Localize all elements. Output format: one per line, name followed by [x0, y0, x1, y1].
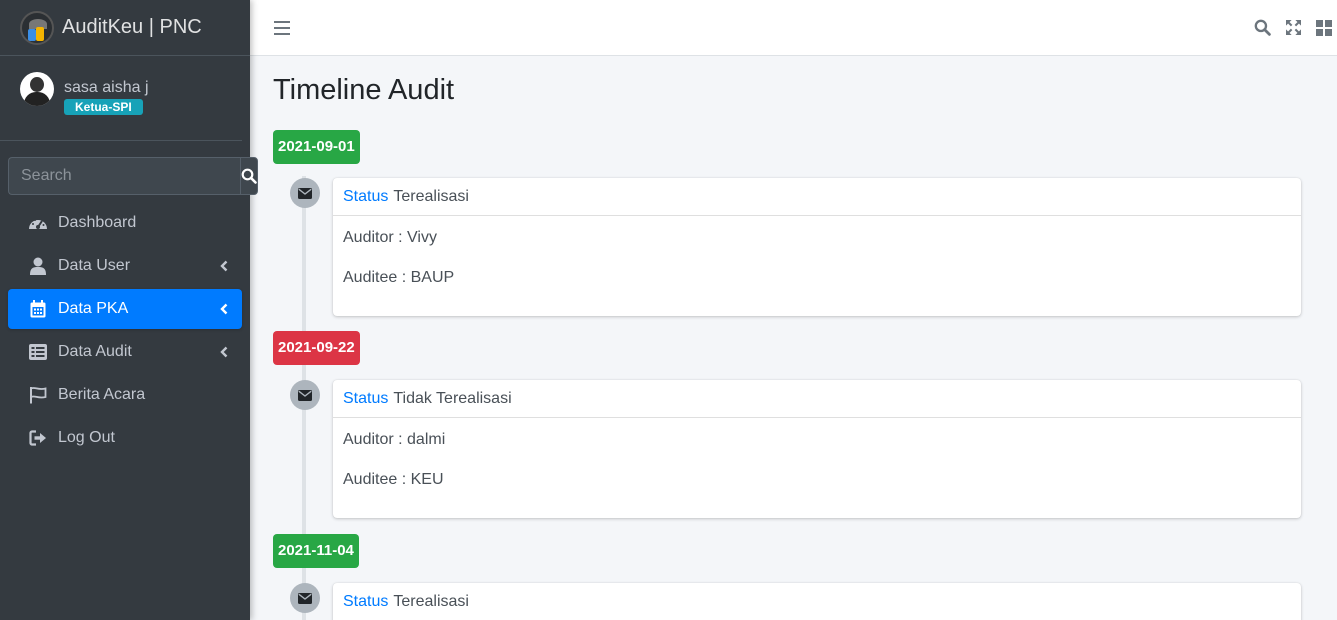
search-input[interactable] [8, 157, 240, 195]
status-value: Tidak Terealisasi [393, 389, 512, 407]
sidebar-item-label: Data Audit [58, 343, 132, 360]
timeline-header: Status Terealisasi [333, 583, 1301, 620]
sidebar-search [8, 157, 258, 195]
sidebar-item-berita-acara[interactable]: Berita Acara [8, 375, 242, 415]
timeline-header: Status Terealisasi [333, 178, 1301, 216]
sidebar-item-data-pka[interactable]: Data PKA [8, 289, 242, 329]
timeline-body: Auditor : dalmi Auditee : KEU [333, 418, 1301, 490]
status-value: Terealisasi [393, 592, 469, 610]
content-wrapper: Timeline Audit 2021-09-01 Status Tereali… [250, 56, 1337, 620]
search-button[interactable] [240, 157, 258, 195]
timeline-item: Status Terealisasi [333, 583, 1301, 620]
timeline-date-label: 2021-09-01 [273, 130, 360, 164]
envelope-icon [290, 380, 320, 410]
sidebar-item-label: Log Out [58, 429, 115, 446]
timeline-item: Status Tidak Terealisasi Auditor : dalmi… [333, 380, 1301, 518]
auditor-text: Auditor : Vivy [343, 229, 437, 246]
brand-name: AuditKeu | PNC [62, 16, 202, 38]
sidebar-nav: Dashboard Data User Data PKA Data Audit … [8, 203, 242, 458]
grid-icon[interactable] [1315, 19, 1333, 37]
auditee-text: Auditee : BAUP [343, 269, 455, 286]
search-icon[interactable] [1253, 19, 1271, 37]
user-icon [28, 256, 48, 276]
timeline-date-label: 2021-09-22 [273, 331, 360, 365]
brand-logo [20, 10, 54, 45]
status-label[interactable]: Status [343, 593, 388, 611]
page-title: Timeline Audit [273, 74, 455, 106]
avatar[interactable] [20, 72, 54, 106]
sidebar-item-label: Berita Acara [58, 386, 146, 403]
envelope-icon [290, 178, 320, 208]
status-label[interactable]: Status [343, 390, 388, 408]
sidebar-item-label: Dashboard [58, 214, 137, 231]
timeline-body: Auditor : Vivy Auditee : BAUP [333, 216, 1301, 288]
status-value: Terealisasi [393, 187, 469, 205]
auditor-text: Auditor : dalmi [343, 431, 446, 448]
chevron-left-icon [218, 303, 230, 315]
user-name[interactable]: sasa aisha j [64, 79, 149, 97]
list-icon [28, 342, 48, 362]
chevron-left-icon [218, 346, 230, 358]
sidebar-item-data-audit[interactable]: Data Audit [8, 332, 242, 372]
timeline-header: Status Tidak Terealisasi [333, 380, 1301, 418]
envelope-icon [290, 583, 320, 613]
flag-icon [28, 385, 48, 405]
sidebar-item-label: Data User [58, 257, 131, 274]
timeline-item: Status Terealisasi Auditor : Vivy Audite… [333, 178, 1301, 316]
sidebar-item-dashboard[interactable]: Dashboard [8, 203, 242, 243]
brand-link[interactable]: AuditKeu | PNC [0, 0, 250, 56]
sign-out-icon [28, 428, 48, 448]
role-badge: Ketua-SPI [64, 99, 143, 115]
top-navbar [250, 0, 1337, 56]
sidebar-item-label: Data PKA [58, 300, 129, 317]
tachometer-icon [28, 213, 48, 233]
timeline-date-label: 2021-11-04 [273, 534, 359, 568]
chevron-left-icon [218, 260, 230, 272]
calendar-icon [28, 299, 48, 319]
menu-toggle-icon[interactable] [274, 20, 290, 35]
status-label[interactable]: Status [343, 188, 388, 206]
auditee-text: Auditee : KEU [343, 471, 444, 488]
sidebar-item-data-user[interactable]: Data User [8, 246, 242, 286]
main-sidebar: AuditKeu | PNC sasa aisha j Ketua-SPI Da… [0, 0, 258, 620]
fullscreen-icon[interactable] [1284, 19, 1302, 37]
user-panel: sasa aisha j Ketua-SPI [0, 56, 242, 141]
sidebar-item-log-out[interactable]: Log Out [8, 418, 242, 458]
search-icon [241, 168, 257, 184]
